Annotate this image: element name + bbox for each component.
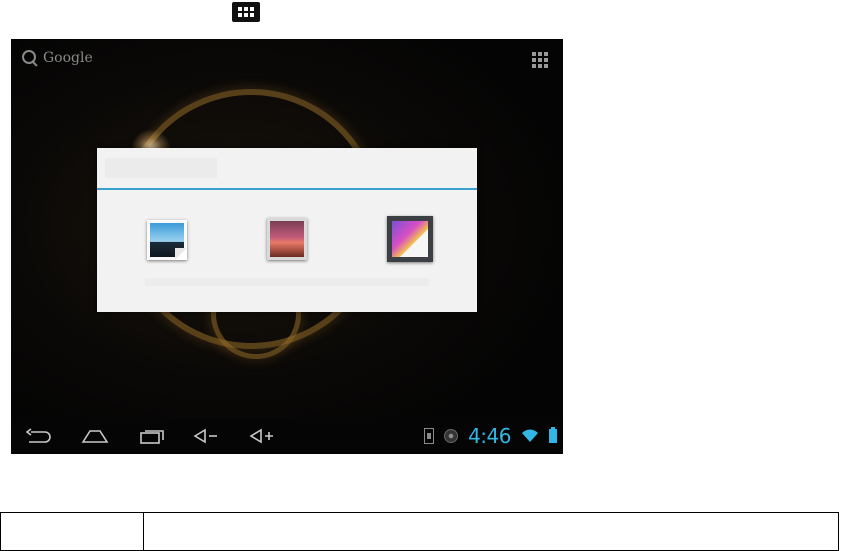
search-icon[interactable] bbox=[21, 49, 39, 67]
volume-up-icon bbox=[249, 428, 273, 444]
table-cell bbox=[143, 512, 839, 551]
home-button[interactable] bbox=[67, 418, 123, 454]
battery-icon bbox=[549, 427, 557, 443]
app-chooser-dialog bbox=[97, 148, 477, 312]
volume-up-button[interactable] bbox=[235, 418, 291, 454]
photo-editor-app-icon[interactable] bbox=[387, 216, 433, 262]
home-icon bbox=[81, 430, 109, 443]
all-apps-icon[interactable] bbox=[532, 52, 548, 68]
clock-time: 4:46 bbox=[468, 424, 511, 448]
volume-down-button[interactable] bbox=[179, 418, 235, 454]
table-cell bbox=[0, 512, 144, 551]
google-search-bar[interactable]: Google bbox=[21, 49, 93, 67]
document-page: Google 4:46 bbox=[0, 0, 842, 551]
dialog-app-list bbox=[97, 216, 477, 264]
recent-apps-icon bbox=[140, 430, 164, 444]
photo-app-icon[interactable] bbox=[147, 220, 187, 260]
back-button[interactable] bbox=[11, 418, 67, 454]
usb-icon bbox=[424, 428, 435, 444]
notification-icon bbox=[444, 429, 459, 443]
gallery-app-icon[interactable] bbox=[267, 218, 307, 260]
volume-down-icon bbox=[193, 428, 217, 444]
dialog-title-bar bbox=[97, 148, 477, 190]
table-row bbox=[0, 512, 839, 551]
tablet-screen: Google 4:46 bbox=[11, 39, 563, 454]
back-icon bbox=[25, 428, 51, 443]
apps-grid-icon bbox=[232, 2, 260, 22]
dialog-footer bbox=[145, 278, 429, 286]
wifi-icon bbox=[522, 429, 538, 442]
document-table bbox=[0, 512, 839, 551]
system-navigation-bar: 4:46 bbox=[11, 418, 563, 454]
recent-apps-button[interactable] bbox=[123, 418, 179, 454]
search-label: Google bbox=[43, 50, 93, 66]
status-area[interactable]: 4:46 bbox=[424, 418, 557, 454]
dialog-title bbox=[105, 158, 217, 178]
